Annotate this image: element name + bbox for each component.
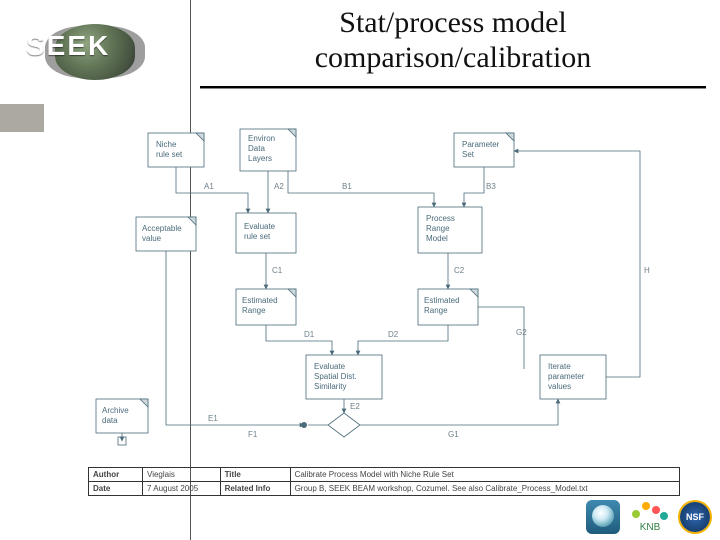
node-environ-data-layers: Environ Data Layers <box>240 129 296 171</box>
brand-name: SEEK <box>26 30 110 62</box>
svg-text:Process: Process <box>426 214 455 223</box>
author-key: Author <box>89 468 143 482</box>
node-process-range-model: Process Range Model <box>418 207 482 253</box>
page-title: Stat/process model comparison/calibratio… <box>200 6 706 75</box>
svg-text:E2: E2 <box>350 402 360 411</box>
sidebar-strip <box>0 104 44 132</box>
decision-diamond <box>328 413 360 437</box>
svg-text:Data: Data <box>248 144 265 153</box>
node-estimated-range-1: Estimated Range <box>236 289 296 325</box>
diagram-caption: Author Vieglais Title Calibrate Process … <box>88 467 680 496</box>
svg-text:H: H <box>644 266 650 275</box>
svg-text:parameter: parameter <box>548 372 585 381</box>
svg-text:A2: A2 <box>274 182 284 191</box>
svg-text:C2: C2 <box>454 266 465 275</box>
svg-text:Similarity: Similarity <box>314 382 346 391</box>
svg-text:values: values <box>548 382 571 391</box>
title-key: Title <box>220 468 290 482</box>
nsf-logo-icon <box>680 502 710 532</box>
svg-text:value: value <box>142 234 162 243</box>
svg-text:B3: B3 <box>486 182 496 191</box>
svg-text:C1: C1 <box>272 266 283 275</box>
date-key: Date <box>89 482 143 496</box>
svg-text:Acceptable: Acceptable <box>142 224 182 233</box>
svg-text:Evaluate: Evaluate <box>314 362 346 371</box>
title-line-2: comparison/calibration <box>200 41 706 76</box>
author-value: Vieglais <box>143 468 221 482</box>
knb-dots-icon <box>630 502 670 522</box>
relinfo-key: Related Info <box>220 482 290 496</box>
svg-text:Range: Range <box>426 224 450 233</box>
svg-text:Layers: Layers <box>248 154 272 163</box>
title-line-1: Stat/process model <box>200 6 706 41</box>
svg-text:rule set: rule set <box>156 150 183 159</box>
title-underline <box>200 86 706 89</box>
date-value: 7 August 2005 <box>143 482 221 496</box>
relinfo-value: Group B, SEEK BEAM workshop, Cozumel. Se… <box>290 482 679 496</box>
svg-text:Niche: Niche <box>156 140 177 149</box>
svg-text:data: data <box>102 416 118 425</box>
svg-text:Spatial Dist.: Spatial Dist. <box>314 372 357 381</box>
node-evaluate-rule-set: Evaluate rule set <box>236 213 296 253</box>
svg-text:Iterate: Iterate <box>548 362 571 371</box>
node-evaluate-similarity: Evaluate Spatial Dist. Similarity <box>306 355 382 399</box>
svg-text:D1: D1 <box>304 330 315 339</box>
svg-text:Evaluate: Evaluate <box>244 222 276 231</box>
brand-logo: SEEK <box>0 0 190 104</box>
svg-text:Model: Model <box>426 234 448 243</box>
diagram-svg: Niche rule set Environ Data Layers Param… <box>88 112 680 478</box>
svg-text:Estimated: Estimated <box>242 296 278 305</box>
svg-text:Range: Range <box>242 306 266 315</box>
svg-text:Range: Range <box>424 306 448 315</box>
svg-text:rule set: rule set <box>244 232 271 241</box>
node-estimated-range-2: Estimated Range <box>418 289 478 325</box>
svg-text:Estimated: Estimated <box>424 296 460 305</box>
svg-text:Environ: Environ <box>248 134 275 143</box>
svg-text:B1: B1 <box>342 182 352 191</box>
footer-logos: KNB <box>586 500 710 534</box>
svg-text:G2: G2 <box>516 328 527 337</box>
svg-text:Archive: Archive <box>102 406 129 415</box>
node-parameter-set: Parameter Set <box>454 133 514 167</box>
svg-text:G1: G1 <box>448 430 459 439</box>
knb-logo: KNB <box>630 502 670 533</box>
svg-text:E1: E1 <box>208 414 218 423</box>
node-niche-rule-set: Niche rule set <box>148 133 204 167</box>
node-acceptable-value: Acceptable value <box>136 217 196 251</box>
knb-label: KNB <box>640 522 661 533</box>
seal-logo-icon <box>586 500 620 534</box>
svg-text:A1: A1 <box>204 182 214 191</box>
svg-text:D2: D2 <box>388 330 399 339</box>
slide: SEEK Stat/process model comparison/calib… <box>0 0 720 540</box>
workflow-diagram: Niche rule set Environ Data Layers Param… <box>88 112 680 478</box>
node-archive-data: Archive data <box>96 399 148 433</box>
svg-text:Parameter: Parameter <box>462 140 500 149</box>
node-iterate-parameter-values: Iterate parameter values <box>540 355 606 399</box>
svg-text:Set: Set <box>462 150 475 159</box>
title-value: Calibrate Process Model with Niche Rule … <box>290 468 679 482</box>
header: SEEK Stat/process model comparison/calib… <box>0 0 720 104</box>
svg-text:F1: F1 <box>248 430 258 439</box>
